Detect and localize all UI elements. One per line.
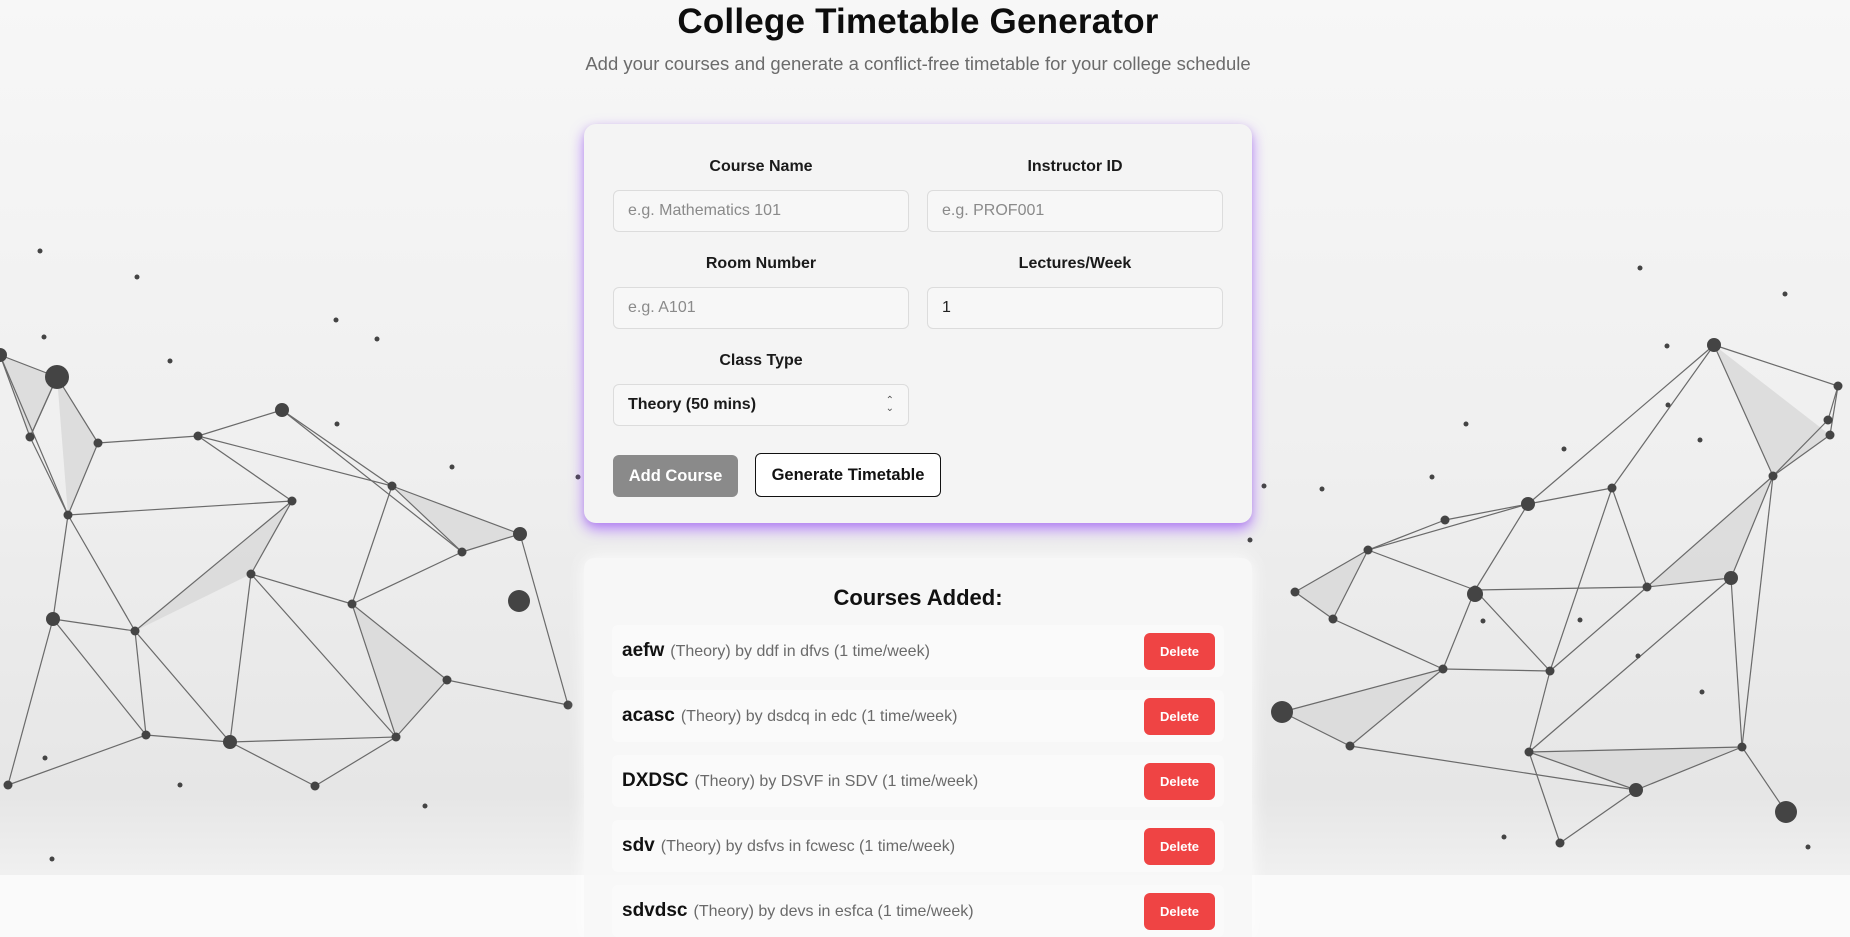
course-row: aefw (Theory) by ddf in dfvs (1 time/week… <box>612 625 1224 677</box>
instructor-id-label: Instructor ID <box>1027 158 1123 175</box>
delete-course-button[interactable]: Delete <box>1144 828 1215 865</box>
delete-course-button[interactable]: Delete <box>1144 633 1215 670</box>
course-detail: (Theory) by ddf in dfvs (1 time/week) <box>670 643 930 660</box>
course-row: acasc (Theory) by dsdcq in edc (1 time/we… <box>612 690 1224 742</box>
course-detail: (Theory) by devs in esfca (1 time/week) <box>693 903 974 920</box>
course-name: DXDSC <box>622 770 689 791</box>
page: College Timetable Generator Add your cou… <box>0 0 1850 937</box>
course-name: sdv <box>622 835 655 856</box>
course-name-label: Course Name <box>709 158 813 175</box>
course-form-card: Course Name Instructor ID Room Number Le… <box>584 124 1252 523</box>
add-course-button[interactable]: Add Course <box>613 455 738 497</box>
course-name: sdvdsc <box>622 900 688 921</box>
courses-title: Courses Added: <box>833 585 1003 610</box>
course-detail: (Theory) by dsfvs in fcwesc (1 time/week… <box>660 838 956 855</box>
select-chevrons-icon: ⌃ ⌄ <box>885 395 894 414</box>
class-type-select[interactable]: Theory (50 mins) ⌃ ⌄ <box>613 384 909 426</box>
page-title: College Timetable Generator <box>677 2 1159 41</box>
room-number-input[interactable] <box>613 287 909 329</box>
courses-panel: Courses Added: aefw (Theory) by ddf in df… <box>584 558 1252 937</box>
course-row: sdv (Theory) by dsfvs in fcwesc (1 time/w… <box>612 820 1224 872</box>
lectures-week-label: Lectures/Week <box>1018 255 1132 272</box>
room-number-label: Room Number <box>705 255 817 272</box>
lectures-week-input[interactable] <box>927 287 1223 329</box>
course-name: aefw <box>622 640 665 661</box>
class-type-selected-value: Theory (50 mins) <box>628 396 757 413</box>
delete-course-button[interactable]: Delete <box>1144 893 1215 930</box>
page-subtitle: Add your courses and generate a conflict… <box>585 53 1251 74</box>
course-detail: (Theory) by DSVF in SDV (1 time/week) <box>694 773 979 790</box>
instructor-id-input[interactable] <box>927 190 1223 232</box>
course-row: DXDSC (Theory) by DSVF in SDV (1 time/wee… <box>612 755 1224 807</box>
course-detail: (Theory) by dsdcq in edc (1 time/week) <box>680 708 958 725</box>
course-name-input[interactable] <box>613 190 909 232</box>
delete-course-button[interactable]: Delete <box>1144 698 1215 735</box>
delete-course-button[interactable]: Delete <box>1144 763 1215 800</box>
generate-timetable-button[interactable]: Generate Timetable <box>755 453 941 497</box>
class-type-label: Class Type <box>719 352 803 369</box>
course-name: acasc <box>622 705 675 726</box>
course-row: sdvdsc (Theory) by devs in esfca (1 time/… <box>612 885 1224 937</box>
